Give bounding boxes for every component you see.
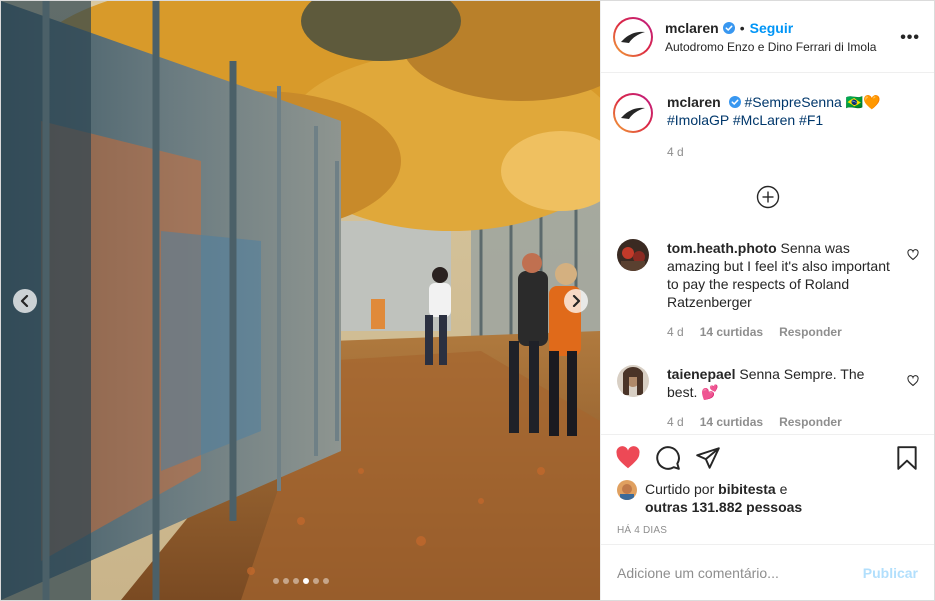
next-slide-button[interactable] xyxy=(564,289,588,313)
heart-filled-icon[interactable] xyxy=(615,445,641,471)
liked-by: Curtido por bibitesta e outras 131.882 p… xyxy=(617,480,802,516)
caption-timestamp[interactable]: 4 d xyxy=(667,143,917,161)
post-date[interactable]: HÁ 4 DIAS xyxy=(617,525,667,536)
post-side-panel: mclaren • Seguir Autodromo Enzo e Dino F… xyxy=(600,1,934,600)
avatar[interactable] xyxy=(617,239,649,271)
heart-outline-icon[interactable] xyxy=(907,249,919,261)
slide-dot xyxy=(322,578,329,584)
comments-section: mclaren #SempreSenna 🇧🇷🧡 #ImolaGP #McLar… xyxy=(601,73,934,434)
separator-bullet: • xyxy=(739,19,745,36)
post-actions: Curtido por bibitesta e outras 131.882 p… xyxy=(601,434,934,544)
header-username[interactable]: mclaren xyxy=(665,20,719,36)
avatar[interactable] xyxy=(613,16,653,57)
location-link[interactable]: Autodromo Enzo e Dino Ferrari di Imola xyxy=(665,40,876,54)
comment-username[interactable]: tom.heath.photo xyxy=(667,240,777,256)
comment-time[interactable]: 4 d xyxy=(667,413,684,431)
publish-button[interactable]: Publicar xyxy=(863,565,918,581)
user-avatar-icon xyxy=(617,365,649,397)
liked-by-middle: e xyxy=(775,481,788,497)
avatar[interactable] xyxy=(617,365,649,397)
comment-likes[interactable]: 14 curtidas xyxy=(700,413,763,431)
slide-dot xyxy=(272,578,279,584)
comment-username[interactable]: taienepael xyxy=(667,366,735,382)
caption-username[interactable]: mclaren xyxy=(667,94,721,110)
instagram-post: mclaren • Seguir Autodromo Enzo e Dino F… xyxy=(0,0,935,601)
plus-circle-icon[interactable] xyxy=(756,185,780,209)
hashtag-link[interactable]: #F1 xyxy=(799,112,823,128)
caption-avatar[interactable] xyxy=(613,93,653,133)
comment-item: taienepael Senna Sempre. The best. 💕 4 d… xyxy=(617,365,919,431)
liked-by-prefix: Curtido por xyxy=(645,481,719,497)
comment-item: tom.heath.photo Senna was amazing but I … xyxy=(617,239,919,341)
slide-dot xyxy=(282,578,289,584)
hashtag-link[interactable]: #SempreSenna xyxy=(744,94,841,110)
share-icon[interactable] xyxy=(695,445,721,471)
mclaren-logo-icon xyxy=(621,107,645,119)
avatar[interactable] xyxy=(617,480,637,500)
user-avatar-icon xyxy=(617,480,637,500)
chevron-right-icon xyxy=(572,295,581,307)
follow-button[interactable]: Seguir xyxy=(750,20,794,36)
reply-button[interactable]: Responder xyxy=(779,413,842,431)
comment-likes[interactable]: 14 curtidas xyxy=(700,323,763,341)
comment-input[interactable] xyxy=(617,564,863,581)
heart-outline-icon[interactable] xyxy=(907,375,919,387)
hashtag-link[interactable]: #ImolaGP xyxy=(667,112,729,128)
mclaren-logo-icon xyxy=(621,31,645,43)
comment-icon[interactable] xyxy=(655,445,681,471)
comment-time[interactable]: 4 d xyxy=(667,323,684,341)
post-header: mclaren • Seguir Autodromo Enzo e Dino F… xyxy=(601,1,934,73)
slide-dot xyxy=(292,578,299,584)
slide-indicator xyxy=(1,578,600,584)
previous-slide-button[interactable] xyxy=(13,289,37,313)
bookmark-icon[interactable] xyxy=(894,445,920,471)
add-comment-bar: Publicar xyxy=(601,544,934,600)
liked-by-others[interactable]: outras 131.882 pessoas xyxy=(645,499,802,515)
chevron-left-icon xyxy=(20,295,29,307)
slide-dot xyxy=(302,578,309,584)
post-photo xyxy=(1,1,600,600)
user-avatar-icon xyxy=(617,239,649,271)
hashtag-link[interactable]: #McLaren xyxy=(733,112,795,128)
verified-badge-icon xyxy=(728,96,741,108)
post-caption: mclaren #SempreSenna 🇧🇷🧡 #ImolaGP #McLar… xyxy=(613,93,923,161)
slide-dot xyxy=(312,578,319,584)
more-options-icon[interactable]: ••• xyxy=(900,29,920,47)
post-media[interactable] xyxy=(1,1,600,600)
reply-button[interactable]: Responder xyxy=(779,323,842,341)
liked-by-user[interactable]: bibitesta xyxy=(718,481,776,497)
caption-emoji: 🇧🇷🧡 xyxy=(841,94,881,110)
verified-badge-icon xyxy=(722,21,735,34)
